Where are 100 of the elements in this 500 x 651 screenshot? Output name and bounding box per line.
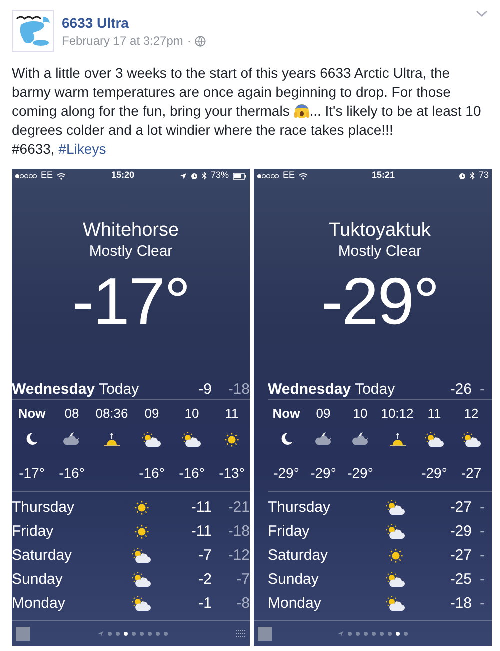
chevron-down-icon[interactable] bbox=[476, 10, 488, 18]
battery-level: 73 bbox=[478, 169, 489, 182]
page-dot[interactable] bbox=[148, 632, 152, 636]
alarm-icon bbox=[190, 172, 198, 180]
post-text: With a little over 3 weeks to the start of this years 6633 Arctic Ultra, the barmy warm temperatures are once again beginning to drop. For those coming along for the fun, bring your thermals ... It's likely to be at least 10 degrees colder and a lot windier where the race takes place!!! bbox=[12, 64, 482, 140]
hour-temperature: -13° bbox=[219, 465, 245, 481]
page-logo[interactable] bbox=[12, 10, 54, 52]
high-temperature: -25 bbox=[449, 570, 472, 590]
city-name: Whitehorse bbox=[82, 219, 180, 243]
day-name: Wednesday bbox=[268, 380, 352, 400]
high-temperature: -2 bbox=[198, 570, 212, 590]
low-temperature: -7 bbox=[236, 570, 250, 590]
page-dot[interactable] bbox=[380, 632, 384, 636]
location-arrow-icon[interactable] bbox=[338, 630, 344, 636]
hour-temperature: -29° bbox=[274, 465, 300, 481]
sun-cloud-icon bbox=[386, 572, 406, 588]
current-temperature: -29° bbox=[321, 264, 439, 338]
carrier-name: EE bbox=[41, 169, 54, 182]
sun-cloud-icon bbox=[386, 524, 406, 540]
day-name: Sunday bbox=[12, 571, 63, 588]
sun-cloud-icon bbox=[386, 596, 406, 612]
page-dot[interactable] bbox=[156, 632, 160, 636]
status-time: 15:21 bbox=[372, 169, 396, 182]
page-dot[interactable] bbox=[108, 632, 112, 636]
weather-condition: Mostly Clear bbox=[338, 243, 422, 261]
hour-label: 10 bbox=[353, 406, 368, 421]
cloud-moon-icon bbox=[63, 432, 81, 446]
low-temperature: - bbox=[479, 570, 486, 590]
sunrise-icon bbox=[388, 432, 406, 448]
high-temperature: -7 bbox=[198, 546, 212, 566]
page-dot[interactable] bbox=[116, 632, 120, 636]
page-dot[interactable] bbox=[132, 632, 136, 636]
page-name-link[interactable]: 6633 Ultra bbox=[62, 14, 468, 32]
hour-temperature: -27 bbox=[461, 465, 482, 481]
city-name: Tuktoyaktuk bbox=[329, 219, 431, 243]
hashtag-link[interactable]: #Likeys bbox=[58, 141, 106, 157]
high-temperature: -29 bbox=[449, 522, 472, 542]
hour-label: 08:36 bbox=[96, 406, 128, 421]
day-name: Friday bbox=[12, 523, 54, 540]
high-temperature: -27 bbox=[449, 546, 472, 566]
bluetooth-icon bbox=[202, 172, 207, 180]
page-dot[interactable] bbox=[404, 632, 408, 636]
current-temperature: -17° bbox=[72, 264, 190, 338]
high-temperature: -11 bbox=[190, 498, 212, 518]
low-temperature: -21 bbox=[227, 498, 250, 518]
weather-channel-logo[interactable] bbox=[258, 626, 272, 640]
hour-temperature: -16° bbox=[179, 465, 205, 481]
hour-temperature: -29° bbox=[310, 465, 336, 481]
hour-label: 10:12 bbox=[381, 406, 414, 421]
low-temperature: - bbox=[479, 380, 486, 400]
day-name: Saturday bbox=[12, 547, 72, 564]
day-name: Friday bbox=[268, 523, 310, 540]
signal-icon bbox=[15, 174, 37, 178]
hour-label: 11 bbox=[225, 406, 239, 421]
low-temperature: - bbox=[479, 522, 486, 542]
low-temperature: - bbox=[479, 546, 486, 566]
sun-cloud-icon bbox=[132, 596, 152, 612]
day-name: Wednesday bbox=[12, 380, 96, 400]
sun-cloud-icon bbox=[424, 432, 444, 448]
low-temperature: -18 bbox=[227, 380, 250, 400]
sun-cloud-icon bbox=[386, 500, 406, 516]
hour-temperature: -29° bbox=[422, 465, 448, 481]
page-dot[interactable] bbox=[164, 632, 168, 636]
page-dot[interactable] bbox=[356, 632, 360, 636]
page-dot[interactable] bbox=[364, 632, 368, 636]
page-dot[interactable] bbox=[372, 632, 376, 636]
high-temperature: -1 bbox=[198, 594, 212, 614]
page-dot[interactable] bbox=[348, 632, 352, 636]
hour-label: Now bbox=[272, 406, 300, 421]
sun-cloud-icon bbox=[182, 432, 202, 448]
page-dot[interactable] bbox=[388, 632, 392, 636]
list-icon[interactable] bbox=[236, 630, 246, 638]
alarm-icon bbox=[458, 172, 466, 180]
sun-cloud-icon bbox=[132, 572, 152, 588]
high-temperature: -27 bbox=[449, 498, 472, 518]
status-time: 15:20 bbox=[111, 169, 135, 182]
cloud-moon-icon bbox=[314, 432, 332, 446]
day-name: Monday bbox=[12, 595, 66, 612]
location-arrow-icon[interactable] bbox=[98, 630, 104, 636]
high-temperature: -18 bbox=[449, 594, 472, 614]
page-dot[interactable] bbox=[140, 632, 144, 636]
sun-cloud-icon bbox=[132, 548, 152, 564]
page-dot[interactable] bbox=[124, 632, 128, 636]
moon-icon bbox=[280, 432, 294, 446]
hour-label: 10 bbox=[184, 406, 200, 421]
today-label: Today bbox=[355, 380, 396, 400]
sun-cloud-icon bbox=[462, 432, 482, 448]
page-dot[interactable] bbox=[396, 632, 400, 636]
sun-icon bbox=[224, 432, 240, 448]
day-name: Monday bbox=[268, 595, 322, 612]
low-temperature: -8 bbox=[236, 594, 250, 614]
hour-label: 12 bbox=[464, 406, 479, 421]
low-temperature: - bbox=[479, 498, 486, 518]
hour-label: Now bbox=[18, 406, 46, 421]
separator: · bbox=[187, 33, 192, 50]
globe-icon bbox=[195, 36, 206, 46]
weather-condition: Mostly Clear bbox=[89, 243, 173, 261]
hour-label: 11 bbox=[428, 406, 442, 421]
weather-channel-logo[interactable] bbox=[16, 626, 30, 640]
day-name: Saturday bbox=[268, 547, 328, 564]
